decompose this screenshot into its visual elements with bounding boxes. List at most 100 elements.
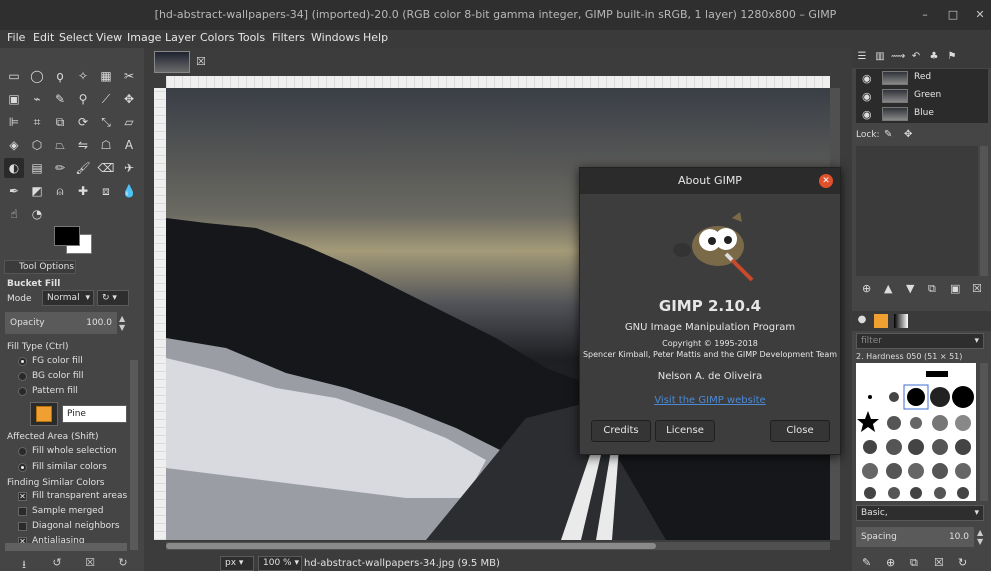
close-window-button[interactable]: ✕ (972, 7, 988, 23)
spacing-stepper[interactable]: ▲ ▼ (977, 528, 983, 546)
bg-color-fill-radio[interactable] (18, 372, 27, 381)
menu-windows[interactable]: Windows (311, 31, 360, 44)
rect-select-icon[interactable]: ▭ (4, 66, 24, 86)
brush-filter-input[interactable]: filter ▾ (856, 333, 984, 349)
scale-icon[interactable]: ⤡ (96, 112, 116, 132)
menu-tools[interactable]: Tools (238, 31, 265, 44)
pattern-preview-button[interactable] (30, 402, 58, 426)
new-channel-icon[interactable]: ⊕ (862, 282, 871, 295)
cage-transform-icon[interactable]: ⬡ (27, 135, 47, 155)
duplicate-brush-icon[interactable]: ⧉ (910, 556, 918, 570)
sample-merged-checkbox[interactable] (18, 507, 27, 516)
foreground-select-icon[interactable]: ▣ (4, 89, 24, 109)
canvas-hscroll-thumb[interactable] (166, 543, 656, 549)
unit-dropdown[interactable]: px ▾ (220, 556, 254, 571)
restore-options-icon[interactable]: ↺ (50, 556, 64, 570)
free-select-icon[interactable]: ϙ (50, 66, 70, 86)
smudge-icon[interactable]: ☝ (4, 204, 24, 224)
reset-options-icon[interactable]: ↻ (116, 556, 130, 570)
channels-tab-icon[interactable]: ▥ (873, 51, 887, 65)
blur-icon[interactable]: 💧 (119, 181, 139, 201)
clone-icon[interactable]: ⍝ (50, 181, 70, 201)
new-brush-icon[interactable]: ⊕ (886, 556, 895, 569)
opacity-stepper[interactable]: ▲ ▼ (119, 314, 125, 332)
eraser-icon[interactable]: ⌫ (96, 158, 116, 178)
canvas-horizontal-scrollbar[interactable] (166, 542, 830, 550)
zoom-dropdown[interactable]: 100 % ▾ (258, 556, 302, 571)
tool-options-vscrollbar[interactable] (130, 360, 138, 550)
license-button[interactable]: License (655, 420, 715, 442)
duplicate-channel-icon[interactable]: ⧉ (928, 282, 936, 296)
pattern-tab-icon[interactable] (874, 314, 888, 328)
channel-row-green[interactable]: ◉ Green (856, 87, 988, 105)
fill-whole-selection-radio[interactable] (18, 447, 27, 456)
visibility-eye-icon[interactable]: ◉ (862, 108, 872, 121)
image-tab-thumbnail[interactable] (154, 51, 190, 73)
tool-presets-tab-icon[interactable]: ⚑ (945, 51, 959, 65)
undo-tab-icon[interactable]: ↶ (909, 51, 923, 65)
brush-preset-dropdown[interactable]: Basic, ▾ (856, 505, 984, 521)
bucket-fill-icon[interactable]: ◐ (4, 158, 24, 178)
paths-tab-icon[interactable]: ⟿ (891, 51, 905, 65)
mode-reset-dropdown[interactable]: ↻ ▾ (97, 290, 129, 306)
menu-edit[interactable]: Edit (33, 31, 54, 44)
unified-transform-icon[interactable]: ⧉ (50, 112, 70, 132)
scissors-icon[interactable]: ✂ (119, 66, 139, 86)
menu-select[interactable]: Select (59, 31, 93, 44)
foreground-color-front[interactable] (54, 226, 80, 246)
credits-button[interactable]: Credits (591, 420, 651, 442)
menu-layer[interactable]: Layer (165, 31, 196, 44)
pattern-fill-radio[interactable] (18, 387, 27, 396)
menu-filters[interactable]: Filters (272, 31, 305, 44)
ink-icon[interactable]: ✒ (4, 181, 24, 201)
handle-transform-icon[interactable]: ☖ (96, 135, 116, 155)
channel-row-blue[interactable]: ◉ Blue (856, 105, 988, 123)
tool-options-tab[interactable]: Tool Options (4, 260, 76, 274)
tool-options-hscrollbar[interactable] (5, 543, 127, 551)
menu-view[interactable]: View (96, 31, 122, 44)
visibility-eye-icon[interactable]: ◉ (862, 72, 872, 85)
paint-with-brush-icon[interactable]: ✎ (862, 556, 871, 569)
delete-channel-icon[interactable]: ☒ (972, 282, 982, 295)
channels-scrollbar[interactable] (980, 146, 988, 276)
menu-help[interactable]: Help (363, 31, 388, 44)
menu-colors[interactable]: Colors (200, 31, 234, 44)
paintbrush-icon[interactable]: 🖌 (73, 158, 93, 178)
ellipse-select-icon[interactable]: ◯ (27, 66, 47, 86)
opacity-slider[interactable]: Opacity 100.0 (5, 312, 117, 334)
paths-icon[interactable]: ⌁ (27, 89, 47, 109)
diagonal-neighbors-checkbox[interactable] (18, 522, 27, 531)
brush-tab-icon[interactable]: ● (855, 314, 869, 328)
close-button[interactable]: Close (770, 420, 830, 442)
brushes-scrollbar[interactable] (980, 363, 988, 501)
delete-options-icon[interactable]: ☒ (83, 556, 97, 570)
airbrush-icon[interactable]: ✈ (119, 158, 139, 178)
flip-icon[interactable]: ⇋ (73, 135, 93, 155)
mypaint-brush-icon[interactable]: ◩ (27, 181, 47, 201)
lock-position-icon[interactable]: ✥ (904, 129, 912, 140)
delete-brush-icon[interactable]: ☒ (934, 556, 944, 569)
color-select-icon[interactable]: ▦ (96, 66, 116, 86)
move-icon[interactable]: ✥ (119, 89, 139, 109)
close-image-tab-icon[interactable]: ☒ (196, 55, 206, 68)
channel-to-selection-icon[interactable]: ▣ (950, 282, 960, 295)
brushes-tab-icon[interactable]: ♣ (927, 51, 941, 65)
dodge-burn-icon[interactable]: ◔ (27, 204, 47, 224)
website-link[interactable]: Visit the GIMP website (580, 395, 840, 406)
mode-dropdown[interactable]: Normal ▾ (42, 290, 94, 306)
rotate-icon[interactable]: ⟳ (73, 112, 93, 132)
shear-icon[interactable]: ▱ (119, 112, 139, 132)
refresh-brushes-icon[interactable]: ↻ (958, 556, 967, 569)
raise-channel-icon[interactable]: ▲ (884, 282, 892, 295)
color-picker-icon[interactable]: ✎ (50, 89, 70, 109)
fg-color-fill-radio[interactable] (18, 357, 27, 366)
measure-icon[interactable]: ⟋ (96, 89, 116, 109)
perspective-clone-icon[interactable]: ⧈ (96, 181, 116, 201)
brushes-grid[interactable] (856, 363, 976, 501)
align-icon[interactable]: ⊫ (4, 112, 24, 132)
perspective-icon[interactable]: ⏢ (50, 135, 70, 155)
fill-transparent-checkbox[interactable]: ✕ (18, 492, 27, 501)
lock-pixels-icon[interactable]: ✎ (884, 129, 892, 140)
spacing-slider[interactable]: Spacing 10.0 (856, 527, 974, 547)
fuzzy-select-icon[interactable]: ✧ (73, 66, 93, 86)
